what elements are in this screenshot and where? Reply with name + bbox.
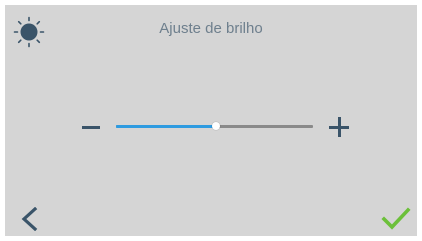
confirm-button[interactable] xyxy=(381,207,411,231)
page-title: Ajuste de brilho xyxy=(159,20,263,37)
back-button[interactable] xyxy=(19,207,41,231)
slider-thumb[interactable] xyxy=(212,122,221,130)
brightness-slider[interactable] xyxy=(116,117,313,137)
decrease-brightness-button[interactable] xyxy=(82,120,100,136)
brightness-screen: Ajuste de brilho xyxy=(5,5,417,236)
increase-brightness-button[interactable] xyxy=(329,117,349,137)
slider-fill xyxy=(116,125,217,128)
